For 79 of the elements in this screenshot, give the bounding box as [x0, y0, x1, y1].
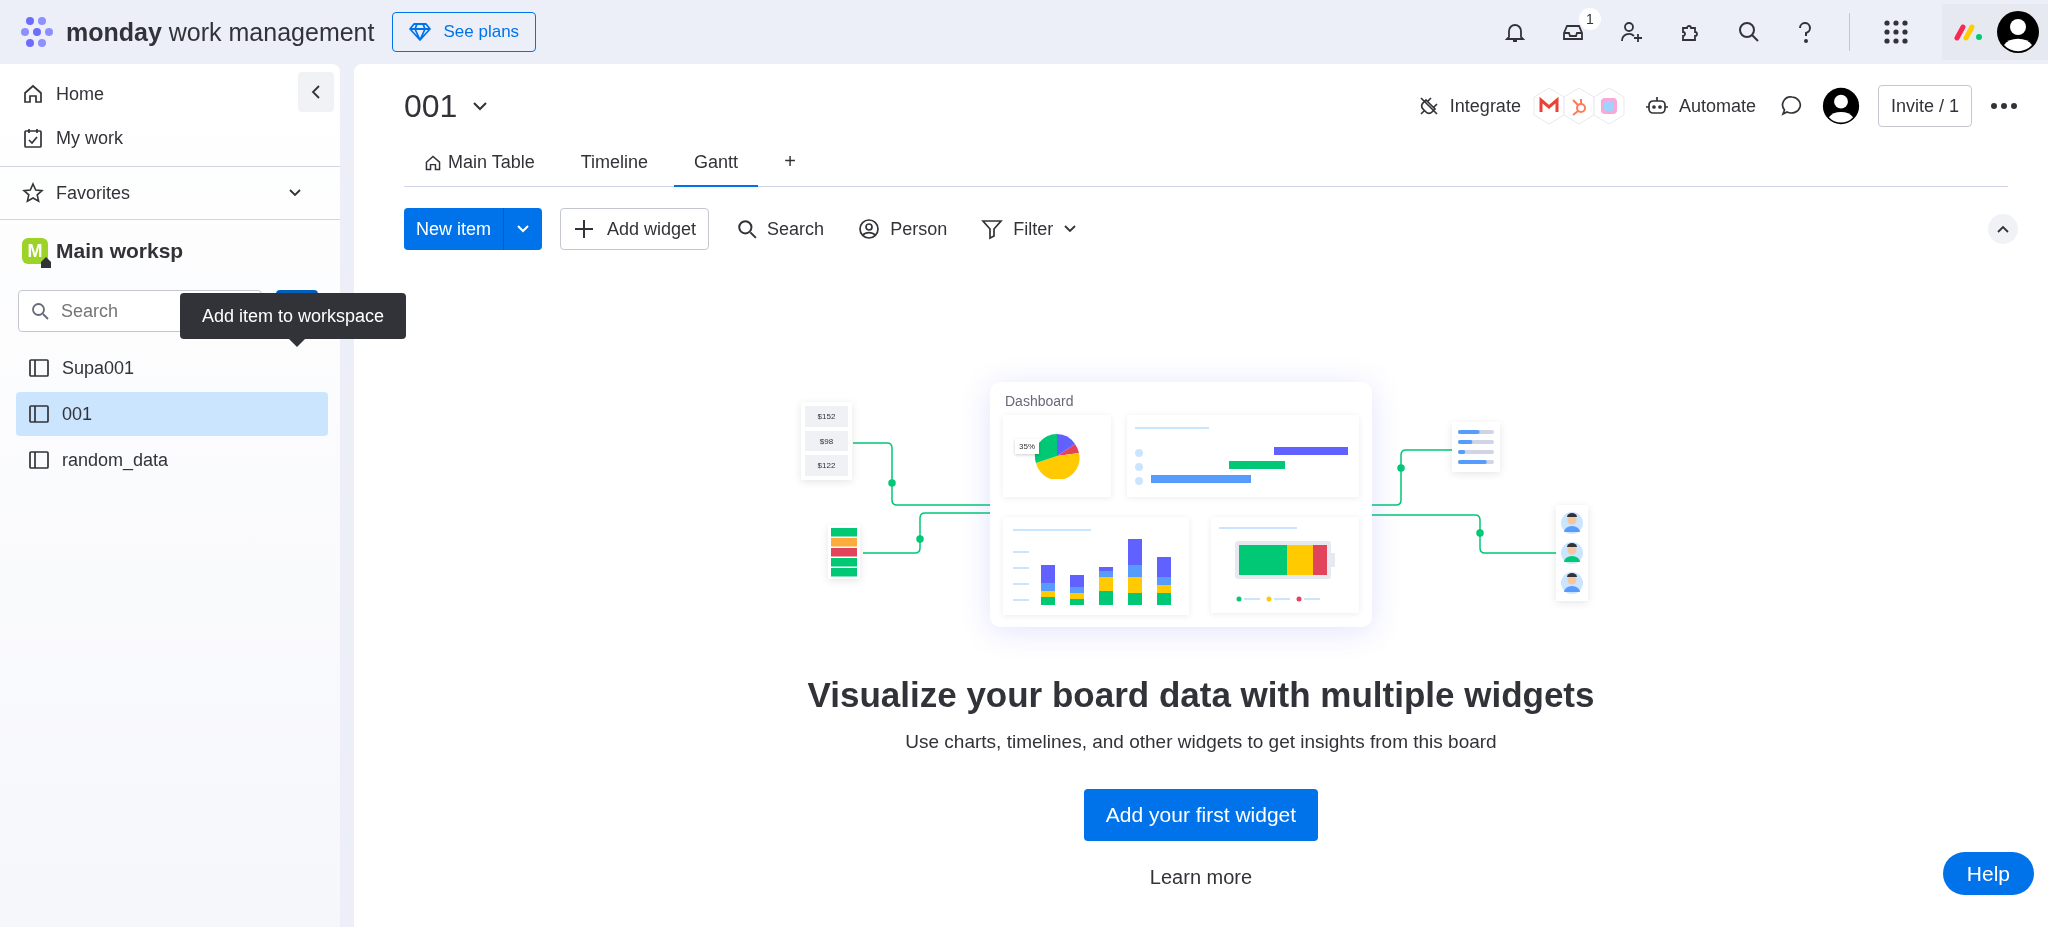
- stacked-bar: [1041, 565, 1055, 605]
- automate-button[interactable]: Automate: [1638, 94, 1762, 118]
- empty-state-text: Use charts, timelines, and other widgets to get insights from this board: [905, 731, 1497, 753]
- plug-icon: [1417, 95, 1440, 117]
- board-item[interactable]: 001: [16, 392, 328, 436]
- add-first-widget-button[interactable]: Add your first widget: [1083, 789, 1319, 841]
- new-item-button[interactable]: New item: [404, 208, 504, 250]
- home-icon: [22, 83, 44, 105]
- apps-grid-icon[interactable]: [1884, 20, 1908, 44]
- board-item[interactable]: Supa001: [16, 346, 328, 390]
- calendar-check-icon: [22, 127, 44, 149]
- board-icon: [28, 404, 50, 424]
- comment-icon[interactable]: [1779, 94, 1804, 118]
- product-name: monday work management: [66, 17, 375, 47]
- tooltip: Add item to workspace: [180, 293, 407, 339]
- gantt-bar: [1229, 461, 1285, 469]
- amount-label: $98: [805, 430, 848, 452]
- search-button[interactable]: Search: [731, 217, 831, 241]
- chevron-up-icon: [1996, 224, 2010, 234]
- amount-label: $122: [805, 455, 848, 476]
- chevron-left-icon: [310, 84, 322, 100]
- help-button[interactable]: Help: [1942, 852, 2034, 895]
- stacked-bar: [1128, 539, 1142, 605]
- view-tab[interactable]: Gantt: [674, 152, 759, 187]
- person-filter-button[interactable]: Person: [852, 217, 954, 241]
- mail-app-icon: [1530, 86, 1567, 126]
- add-view-button[interactable]: +: [764, 150, 816, 187]
- view-tab[interactable]: Timeline: [560, 152, 669, 187]
- dashboard-title: Dashboard: [1005, 393, 1074, 409]
- more-icon[interactable]: [1990, 102, 2018, 110]
- plus-icon: [573, 218, 595, 240]
- avatar-icon[interactable]: [1996, 10, 2040, 54]
- chevron-down-icon: [1063, 224, 1078, 234]
- stacked-bar: [1070, 575, 1084, 605]
- workspace-name[interactable]: Main worksp: [56, 239, 184, 263]
- board-icon: [28, 358, 50, 378]
- stacked-bar: [1157, 557, 1171, 605]
- board-title[interactable]: 001: [404, 87, 490, 125]
- board-icon: [28, 450, 50, 470]
- empty-state-heading: Visualize your board data with multiple widgets: [807, 675, 1595, 715]
- robot-icon: [1644, 95, 1669, 117]
- tooltip-pointer: [289, 339, 305, 347]
- new-item-menu-button[interactable]: [504, 208, 542, 250]
- filter-button[interactable]: Filter: [975, 217, 1084, 241]
- star-icon: [22, 182, 44, 204]
- search-icon[interactable]: [1737, 20, 1761, 44]
- chevron-down-icon: [516, 224, 530, 234]
- invite-members-icon[interactable]: [1619, 20, 1645, 44]
- see-plans-button[interactable]: See plans: [392, 12, 537, 52]
- board-item[interactable]: random_data: [16, 438, 328, 482]
- collapse-button[interactable]: [298, 72, 334, 112]
- stacked-bar: [1099, 567, 1113, 605]
- funnel-icon: [981, 218, 1004, 240]
- chevron-down-icon: [471, 100, 490, 112]
- progress-list-drawing: [1452, 422, 1500, 472]
- favorites-item[interactable]: Favorites: [0, 167, 340, 220]
- learn-more-link[interactable]: Learn more: [1143, 865, 1259, 890]
- chevron-down-icon: [288, 188, 302, 198]
- inbox-badge: 1: [1579, 8, 1601, 30]
- person-icon: [858, 218, 881, 240]
- view-tab[interactable]: Main Table: [404, 152, 555, 187]
- diamond-icon: [409, 23, 432, 41]
- nav-item[interactable]: My work: [0, 116, 340, 160]
- percent-label: 35%: [1015, 439, 1039, 454]
- search-icon: [737, 219, 758, 239]
- status-stack-drawing: [828, 525, 860, 579]
- nav-item[interactable]: Home: [0, 72, 340, 116]
- color-app-icon: [1590, 86, 1627, 126]
- hub-app-icon: [1560, 86, 1597, 126]
- collapse-button[interactable]: [1988, 214, 2018, 244]
- brand-mark-icon[interactable]: [1954, 22, 1984, 42]
- integrate-button[interactable]: Integrate: [1411, 94, 1527, 118]
- add-widget-button[interactable]: Add widget: [560, 208, 710, 250]
- row-markers: [1135, 449, 1143, 485]
- invite-button[interactable]: Invite / 1: [1877, 85, 1972, 127]
- logo-icon: [20, 15, 54, 49]
- home-icon: [424, 153, 442, 172]
- amount-label: $152: [805, 406, 848, 427]
- avatar-icon[interactable]: [1821, 87, 1860, 125]
